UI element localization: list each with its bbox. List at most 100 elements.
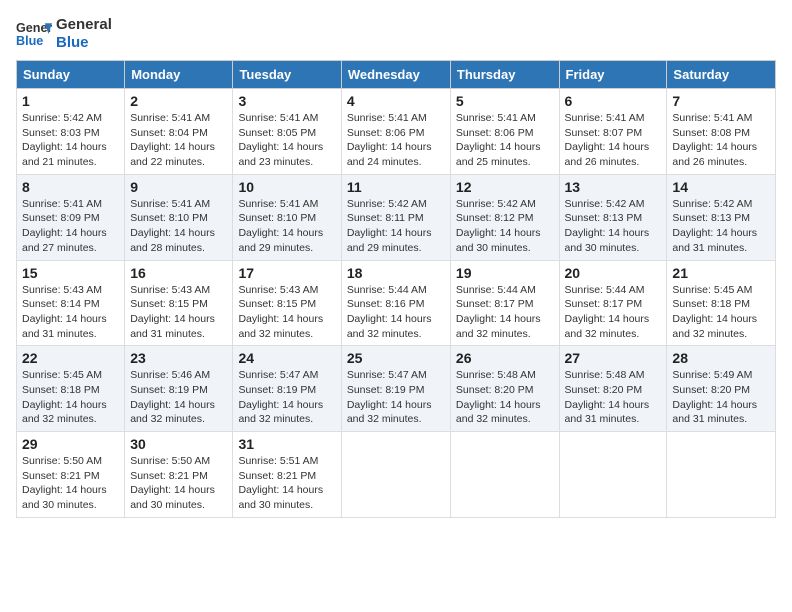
calendar-cell: 23 Sunrise: 5:46 AMSunset: 8:19 PMDaylig… [125, 346, 233, 432]
calendar-cell: 8 Sunrise: 5:41 AMSunset: 8:09 PMDayligh… [17, 174, 125, 260]
day-info: Sunrise: 5:41 AMSunset: 8:06 PMDaylight:… [347, 111, 445, 170]
day-number: 22 [22, 350, 119, 366]
day-info: Sunrise: 5:42 AMSunset: 8:11 PMDaylight:… [347, 197, 445, 256]
day-number: 8 [22, 179, 119, 195]
day-number: 24 [238, 350, 335, 366]
day-info: Sunrise: 5:42 AMSunset: 8:13 PMDaylight:… [565, 197, 662, 256]
calendar-cell: 7 Sunrise: 5:41 AMSunset: 8:08 PMDayligh… [667, 89, 776, 175]
calendar-cell: 15 Sunrise: 5:43 AMSunset: 8:14 PMDaylig… [17, 260, 125, 346]
day-info: Sunrise: 5:51 AMSunset: 8:21 PMDaylight:… [238, 454, 335, 513]
day-info: Sunrise: 5:46 AMSunset: 8:19 PMDaylight:… [130, 368, 227, 427]
calendar-cell: 11 Sunrise: 5:42 AMSunset: 8:11 PMDaylig… [341, 174, 450, 260]
day-info: Sunrise: 5:43 AMSunset: 8:15 PMDaylight:… [130, 283, 227, 342]
day-info: Sunrise: 5:41 AMSunset: 8:09 PMDaylight:… [22, 197, 119, 256]
calendar-cell: 22 Sunrise: 5:45 AMSunset: 8:18 PMDaylig… [17, 346, 125, 432]
day-number: 23 [130, 350, 227, 366]
calendar-cell: 3 Sunrise: 5:41 AMSunset: 8:05 PMDayligh… [233, 89, 341, 175]
calendar-cell: 4 Sunrise: 5:41 AMSunset: 8:06 PMDayligh… [341, 89, 450, 175]
day-number: 11 [347, 179, 445, 195]
calendar-cell [341, 432, 450, 518]
calendar-cell: 2 Sunrise: 5:41 AMSunset: 8:04 PMDayligh… [125, 89, 233, 175]
header-wednesday: Wednesday [341, 61, 450, 89]
day-number: 2 [130, 93, 227, 109]
day-info: Sunrise: 5:45 AMSunset: 8:18 PMDaylight:… [22, 368, 119, 427]
calendar-week-2: 8 Sunrise: 5:41 AMSunset: 8:09 PMDayligh… [17, 174, 776, 260]
day-info: Sunrise: 5:45 AMSunset: 8:18 PMDaylight:… [672, 283, 770, 342]
logo-line2: Blue [56, 34, 112, 52]
calendar-cell: 21 Sunrise: 5:45 AMSunset: 8:18 PMDaylig… [667, 260, 776, 346]
calendar-week-4: 22 Sunrise: 5:45 AMSunset: 8:18 PMDaylig… [17, 346, 776, 432]
calendar-header-row: SundayMondayTuesdayWednesdayThursdayFrid… [17, 61, 776, 89]
day-number: 20 [565, 265, 662, 281]
day-number: 29 [22, 436, 119, 452]
day-number: 27 [565, 350, 662, 366]
calendar-cell: 12 Sunrise: 5:42 AMSunset: 8:12 PMDaylig… [450, 174, 559, 260]
day-number: 10 [238, 179, 335, 195]
day-number: 5 [456, 93, 554, 109]
day-number: 1 [22, 93, 119, 109]
header-saturday: Saturday [667, 61, 776, 89]
calendar-cell [450, 432, 559, 518]
calendar-cell: 6 Sunrise: 5:41 AMSunset: 8:07 PMDayligh… [559, 89, 667, 175]
svg-text:Blue: Blue [16, 34, 43, 48]
calendar-cell: 5 Sunrise: 5:41 AMSunset: 8:06 PMDayligh… [450, 89, 559, 175]
day-number: 31 [238, 436, 335, 452]
calendar-cell: 17 Sunrise: 5:43 AMSunset: 8:15 PMDaylig… [233, 260, 341, 346]
calendar-week-5: 29 Sunrise: 5:50 AMSunset: 8:21 PMDaylig… [17, 432, 776, 518]
calendar-cell: 16 Sunrise: 5:43 AMSunset: 8:15 PMDaylig… [125, 260, 233, 346]
day-info: Sunrise: 5:43 AMSunset: 8:15 PMDaylight:… [238, 283, 335, 342]
calendar-cell: 20 Sunrise: 5:44 AMSunset: 8:17 PMDaylig… [559, 260, 667, 346]
calendar-cell [667, 432, 776, 518]
day-number: 18 [347, 265, 445, 281]
calendar-table: SundayMondayTuesdayWednesdayThursdayFrid… [16, 60, 776, 518]
logo-line1: General [56, 16, 112, 34]
calendar-cell: 19 Sunrise: 5:44 AMSunset: 8:17 PMDaylig… [450, 260, 559, 346]
day-info: Sunrise: 5:41 AMSunset: 8:06 PMDaylight:… [456, 111, 554, 170]
day-number: 14 [672, 179, 770, 195]
day-info: Sunrise: 5:41 AMSunset: 8:07 PMDaylight:… [565, 111, 662, 170]
calendar-cell: 27 Sunrise: 5:48 AMSunset: 8:20 PMDaylig… [559, 346, 667, 432]
calendar-week-1: 1 Sunrise: 5:42 AMSunset: 8:03 PMDayligh… [17, 89, 776, 175]
day-number: 9 [130, 179, 227, 195]
day-number: 13 [565, 179, 662, 195]
day-info: Sunrise: 5:41 AMSunset: 8:05 PMDaylight:… [238, 111, 335, 170]
page-header: General Blue General Blue [16, 16, 776, 52]
day-info: Sunrise: 5:47 AMSunset: 8:19 PMDaylight:… [238, 368, 335, 427]
day-number: 6 [565, 93, 662, 109]
day-info: Sunrise: 5:50 AMSunset: 8:21 PMDaylight:… [130, 454, 227, 513]
header-sunday: Sunday [17, 61, 125, 89]
calendar-cell: 13 Sunrise: 5:42 AMSunset: 8:13 PMDaylig… [559, 174, 667, 260]
day-number: 4 [347, 93, 445, 109]
calendar-cell: 28 Sunrise: 5:49 AMSunset: 8:20 PMDaylig… [667, 346, 776, 432]
calendar-cell: 10 Sunrise: 5:41 AMSunset: 8:10 PMDaylig… [233, 174, 341, 260]
day-number: 19 [456, 265, 554, 281]
calendar-cell: 24 Sunrise: 5:47 AMSunset: 8:19 PMDaylig… [233, 346, 341, 432]
calendar-cell: 9 Sunrise: 5:41 AMSunset: 8:10 PMDayligh… [125, 174, 233, 260]
day-info: Sunrise: 5:41 AMSunset: 8:10 PMDaylight:… [238, 197, 335, 256]
calendar-week-3: 15 Sunrise: 5:43 AMSunset: 8:14 PMDaylig… [17, 260, 776, 346]
calendar-cell: 30 Sunrise: 5:50 AMSunset: 8:21 PMDaylig… [125, 432, 233, 518]
day-info: Sunrise: 5:48 AMSunset: 8:20 PMDaylight:… [565, 368, 662, 427]
day-number: 16 [130, 265, 227, 281]
day-info: Sunrise: 5:50 AMSunset: 8:21 PMDaylight:… [22, 454, 119, 513]
day-info: Sunrise: 5:41 AMSunset: 8:10 PMDaylight:… [130, 197, 227, 256]
day-number: 3 [238, 93, 335, 109]
calendar-cell: 1 Sunrise: 5:42 AMSunset: 8:03 PMDayligh… [17, 89, 125, 175]
day-info: Sunrise: 5:43 AMSunset: 8:14 PMDaylight:… [22, 283, 119, 342]
calendar-cell: 31 Sunrise: 5:51 AMSunset: 8:21 PMDaylig… [233, 432, 341, 518]
header-monday: Monday [125, 61, 233, 89]
day-number: 7 [672, 93, 770, 109]
day-number: 21 [672, 265, 770, 281]
logo-icon: General Blue [16, 16, 52, 52]
day-number: 15 [22, 265, 119, 281]
day-info: Sunrise: 5:47 AMSunset: 8:19 PMDaylight:… [347, 368, 445, 427]
header-tuesday: Tuesday [233, 61, 341, 89]
calendar-cell: 18 Sunrise: 5:44 AMSunset: 8:16 PMDaylig… [341, 260, 450, 346]
day-number: 28 [672, 350, 770, 366]
day-number: 12 [456, 179, 554, 195]
day-info: Sunrise: 5:41 AMSunset: 8:04 PMDaylight:… [130, 111, 227, 170]
day-number: 30 [130, 436, 227, 452]
day-number: 17 [238, 265, 335, 281]
day-info: Sunrise: 5:44 AMSunset: 8:17 PMDaylight:… [456, 283, 554, 342]
day-info: Sunrise: 5:41 AMSunset: 8:08 PMDaylight:… [672, 111, 770, 170]
